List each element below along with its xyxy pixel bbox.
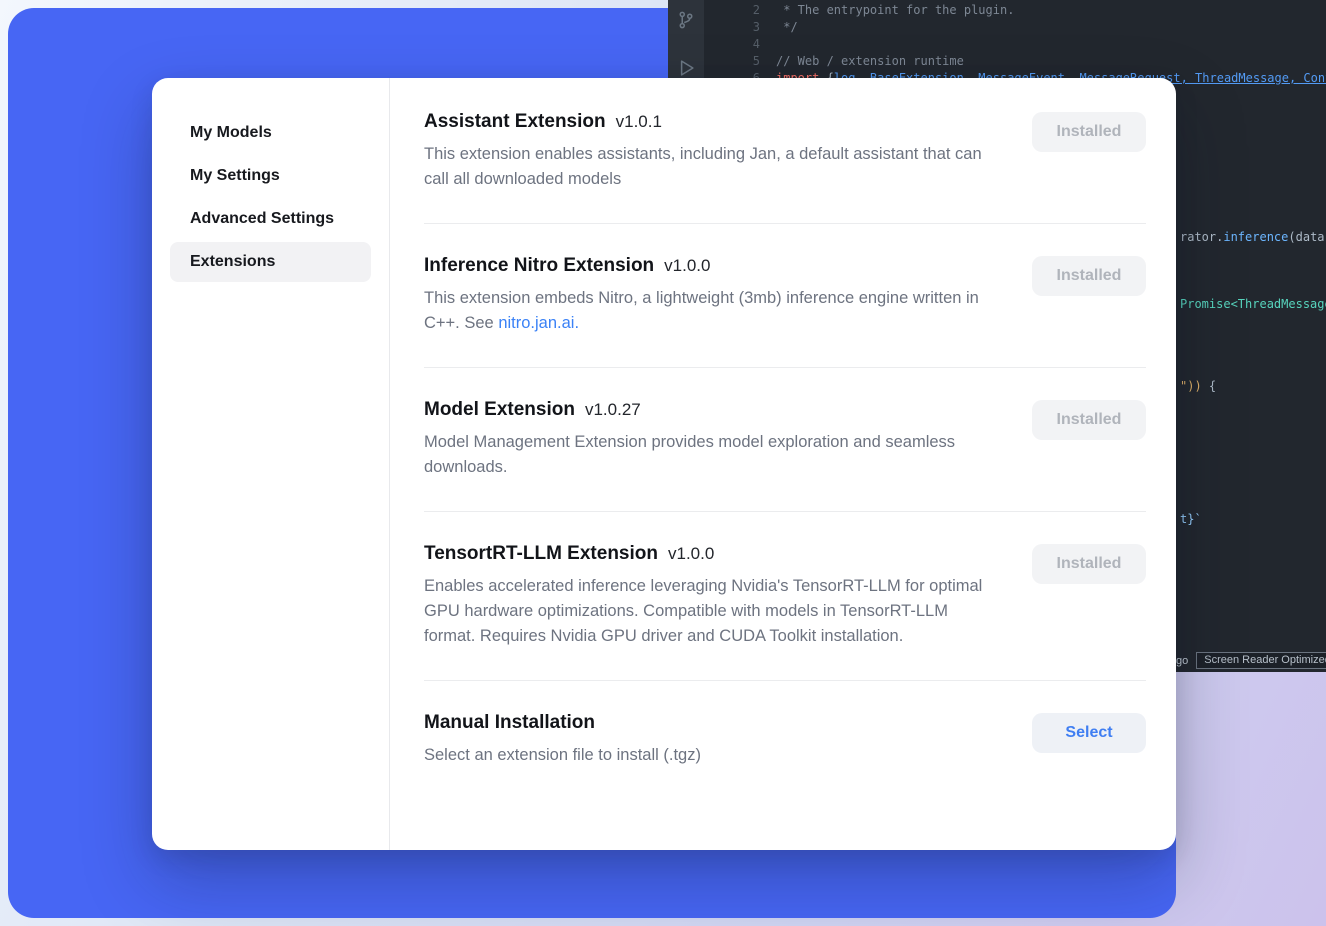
extensions-panel: Assistant Extension v1.0.1 This extensio… bbox=[390, 78, 1176, 850]
editor-status-row: go Screen Reader Optimized bbox=[1176, 652, 1326, 669]
git-branch-icon[interactable] bbox=[676, 10, 696, 30]
installed-button[interactable]: Installed bbox=[1032, 400, 1146, 440]
code-text: * The entrypoint for the plugin. bbox=[776, 2, 1014, 19]
manual-installation-section: Manual Installation Select an extension … bbox=[424, 681, 1146, 799]
extension-title: Inference Nitro Extension bbox=[424, 255, 654, 277]
extension-title: Assistant Extension bbox=[424, 111, 606, 133]
extension-description: This extension enables assistants, inclu… bbox=[424, 142, 1002, 192]
extension-title: TensortRT-LLM Extension bbox=[424, 543, 658, 565]
code-line: 2 * The entrypoint for the plugin. bbox=[704, 2, 1326, 19]
extension-section-model: Model Extension v1.0.27 Model Management… bbox=[424, 368, 1146, 512]
nitro-jan-ai-link[interactable]: nitro.jan.ai. bbox=[498, 314, 579, 332]
extension-section-nitro: Inference Nitro Extension v1.0.0 This ex… bbox=[424, 224, 1146, 368]
line-number: 3 bbox=[704, 19, 776, 36]
settings-sidebar: My Models My Settings Advanced Settings … bbox=[152, 78, 390, 850]
code-line: 3 */ bbox=[704, 19, 1326, 36]
code-lines: 2 * The entrypoint for the plugin. 3 */ … bbox=[704, 2, 1326, 87]
screen-reader-status-badge[interactable]: Screen Reader Optimized bbox=[1196, 652, 1326, 669]
sidebar-item-extensions[interactable]: Extensions bbox=[170, 242, 371, 282]
line-number: 4 bbox=[704, 36, 776, 53]
extension-section-tensorrt: TensortRT-LLM Extension v1.0.0 Enables a… bbox=[424, 512, 1146, 681]
code-line: 4 bbox=[704, 36, 1326, 53]
manual-installation-description: Select an extension file to install (.tg… bbox=[424, 743, 701, 768]
extension-version: v1.0.0 bbox=[664, 256, 710, 276]
run-debug-icon[interactable] bbox=[676, 58, 696, 78]
code-text: */ bbox=[776, 19, 798, 36]
extension-title: Model Extension bbox=[424, 399, 575, 421]
line-number: 5 bbox=[704, 53, 776, 70]
extension-version: v1.0.1 bbox=[616, 112, 662, 132]
installed-button[interactable]: Installed bbox=[1032, 256, 1146, 296]
settings-modal: My Models My Settings Advanced Settings … bbox=[152, 78, 1176, 850]
extension-description: This extension embeds Nitro, a lightweig… bbox=[424, 286, 1002, 336]
sidebar-item-advanced-settings[interactable]: Advanced Settings bbox=[170, 199, 371, 239]
extension-description: Model Management Extension provides mode… bbox=[424, 430, 1002, 480]
code-text: // Web / extension runtime bbox=[776, 53, 964, 70]
extension-version: v1.0.27 bbox=[585, 400, 641, 420]
select-file-button[interactable]: Select bbox=[1032, 713, 1146, 753]
manual-installation-title: Manual Installation bbox=[424, 712, 595, 734]
line-number: 2 bbox=[704, 2, 776, 19]
code-fragment: t}` bbox=[1180, 512, 1202, 526]
installed-button[interactable]: Installed bbox=[1032, 112, 1146, 152]
sidebar-item-my-settings[interactable]: My Settings bbox=[170, 156, 371, 196]
sidebar-item-my-models[interactable]: My Models bbox=[170, 113, 371, 153]
status-text: go bbox=[1176, 655, 1188, 667]
code-fragment: Promise<ThreadMessage> bbox=[1180, 297, 1326, 311]
code-fragment: rator.inference(data)); bbox=[1180, 230, 1326, 244]
code-fragment: ")) { bbox=[1180, 379, 1216, 393]
extension-version: v1.0.0 bbox=[668, 544, 714, 564]
code-line: 5 // Web / extension runtime bbox=[704, 53, 1326, 70]
extension-description: Enables accelerated inference leveraging… bbox=[424, 574, 1002, 649]
installed-button[interactable]: Installed bbox=[1032, 544, 1146, 584]
extension-section-assistant: Assistant Extension v1.0.1 This extensio… bbox=[424, 78, 1146, 224]
